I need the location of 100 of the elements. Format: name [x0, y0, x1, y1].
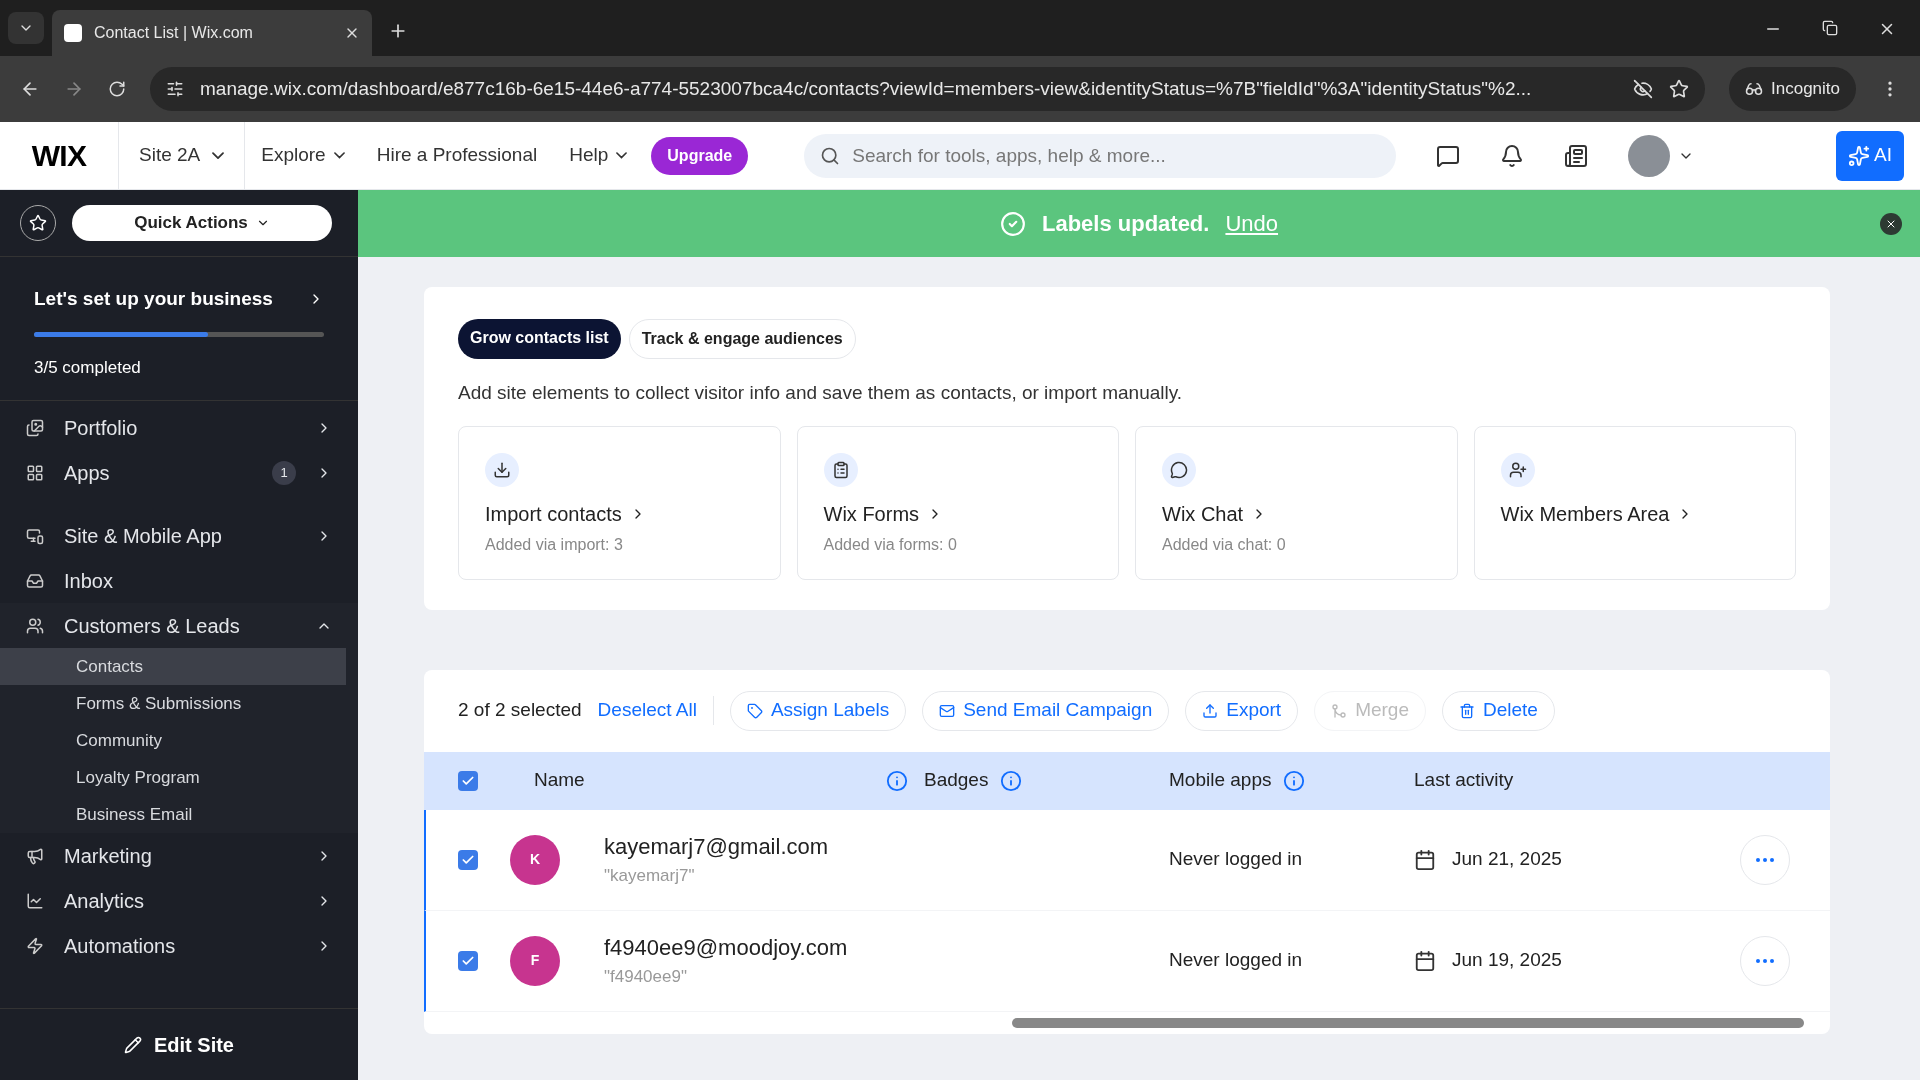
pencil-icon — [124, 1035, 142, 1054]
restore-icon[interactable] — [1822, 20, 1838, 36]
user-plus-icon — [1500, 452, 1535, 487]
nav-menu-item[interactable]: Explore — [245, 141, 361, 170]
pictures-icon — [26, 418, 44, 437]
card-title: Wix Chat — [1162, 501, 1244, 527]
source-card[interactable]: Import contacts Added via import: 3 — [458, 425, 781, 580]
download-icon — [485, 452, 519, 487]
source-card[interactable]: Wix Forms Added via forms: 0 — [796, 425, 1119, 580]
setup-link[interactable]: Let's set up your business — [34, 285, 324, 314]
more-icon — [1756, 857, 1774, 862]
nav-menu-item[interactable]: Help — [553, 141, 644, 170]
caret-icon — [212, 151, 225, 160]
url-text: manage.wix.com/dashboard/e877c16b-6e15-44e6-a774-5523007bca4c/contacts?viewId=members-view&identityStatus=%7B"fieldId"%3A"identityStatus"%2... — [200, 76, 1533, 101]
quick-actions-button[interactable]: Quick Actions — [72, 205, 332, 241]
sidebar-item[interactable]: Inbox — [0, 558, 358, 603]
site-favicon-icon — [64, 24, 82, 42]
sidebar-subitem[interactable]: Business Email — [0, 796, 346, 833]
ai-button[interactable]: AI — [1836, 130, 1904, 181]
checkbox[interactable] — [458, 950, 478, 971]
contact-email[interactable]: kayemarj7@gmail.com — [604, 830, 829, 864]
table-cell-text: Jun 19, 2025 — [1452, 948, 1562, 973]
card-title: Wix Members Area — [1500, 501, 1670, 527]
sidebar-item[interactable]: Apps 1 — [0, 450, 358, 495]
mail-icon — [939, 702, 956, 719]
setup-status: 3/5 completed — [34, 356, 142, 379]
sidebar-subitem[interactable]: Loyalty Program — [0, 759, 346, 796]
star-icon[interactable] — [1669, 79, 1689, 99]
toast-message: Labels updated. — [1041, 210, 1210, 238]
nav-menu-item[interactable]: Hire a Professional — [360, 141, 554, 170]
source-card[interactable]: Wix Chat Added via chat: 0 — [1135, 425, 1458, 580]
sidebar-item[interactable]: Site & Mobile App — [0, 513, 358, 558]
sidebar-item[interactable]: Analytics — [0, 878, 358, 923]
calendar-icon — [1414, 949, 1436, 972]
sidebar-subitem[interactable]: Forms & Submissions — [0, 685, 346, 722]
tab-title: Contact List | Wix.com — [94, 23, 254, 43]
source-card[interactable]: Wix Members Area — [1473, 425, 1796, 580]
description-text: Add site elements to collect visitor info and save them as contacts, or import manually. — [458, 381, 1184, 405]
checkbox[interactable] — [458, 770, 478, 791]
megaphone-icon — [26, 846, 44, 865]
search-field[interactable]: Search for tools, apps, help & more... — [804, 133, 1397, 178]
clipboard-icon — [823, 452, 858, 487]
table-cell-text: Never logged in — [1169, 847, 1304, 872]
news-icon[interactable] — [1564, 143, 1589, 168]
item-label: Customers & Leads — [64, 613, 241, 639]
incognito-badge[interactable]: Incognito — [1729, 67, 1856, 111]
checkbox[interactable] — [458, 849, 478, 870]
sidebar-item[interactable]: Customers & Leads — [0, 603, 358, 648]
edit-site-button[interactable]: Edit Site — [124, 1029, 234, 1060]
info-icon[interactable] — [1000, 769, 1023, 792]
site-settings-icon[interactable] — [166, 80, 184, 98]
info-icon[interactable] — [886, 769, 908, 792]
browser-tab[interactable]: Contact List | Wix.com — [52, 10, 372, 56]
eye-off-icon[interactable] — [1633, 79, 1653, 99]
star-icon — [29, 214, 47, 232]
bell-icon[interactable] — [1500, 143, 1525, 168]
filter-tab[interactable]: Grow contacts list — [458, 319, 621, 359]
site-selector[interactable]: Site 2A — [118, 122, 246, 189]
card-title: Import contacts — [485, 501, 622, 527]
close-button[interactable] — [1880, 212, 1902, 235]
check-circle-icon — [999, 210, 1026, 237]
info-icon[interactable] — [1283, 769, 1306, 792]
filter-tab[interactable]: Track & engage audiences — [628, 319, 856, 359]
caret-icon — [616, 152, 628, 159]
devices-icon — [26, 526, 44, 545]
upload-icon — [1202, 702, 1219, 719]
item-label: Site & Mobile App — [64, 523, 223, 549]
inbox-icon — [26, 571, 44, 590]
tab-list-button[interactable] — [8, 12, 44, 44]
people-icon — [26, 616, 44, 635]
chat-icon[interactable] — [1436, 143, 1461, 168]
sidebar-subitem[interactable]: Contacts — [0, 648, 346, 685]
reload-icon[interactable] — [108, 80, 126, 98]
horizontal-scrollbar[interactable] — [1012, 1017, 1804, 1028]
selection-count: 2 of 2 selected — [458, 698, 582, 723]
column-header[interactable]: Last activity — [1414, 766, 1514, 795]
sidebar-item[interactable]: Portfolio — [0, 405, 358, 450]
caret-icon — [333, 152, 345, 159]
deselect-all-link[interactable]: Deselect All — [597, 696, 714, 725]
lightning-icon — [26, 936, 44, 955]
sidebar-item[interactable]: Marketing — [0, 833, 358, 878]
sidebar-item[interactable]: Automations — [0, 923, 358, 968]
avatar[interactable] — [1628, 134, 1671, 177]
tag-icon — [746, 702, 763, 719]
merge-icon — [1331, 702, 1348, 719]
contact-email[interactable]: f4940ee9@moodjoy.com — [604, 931, 848, 965]
sidebar-subitem[interactable]: Community — [0, 722, 346, 759]
upgrade-button[interactable]: Upgrade — [651, 136, 749, 175]
column-header[interactable]: Mobile apps — [1169, 766, 1272, 795]
column-header[interactable]: Badges — [924, 766, 989, 795]
wix-logo[interactable]: WIX — [0, 133, 118, 178]
item-label: Apps — [64, 460, 111, 486]
card-title: Wix Forms — [823, 501, 920, 527]
column-header[interactable]: Name — [534, 766, 585, 795]
grid-icon — [26, 463, 44, 482]
glasses-icon — [1745, 80, 1763, 98]
chart-icon — [26, 891, 44, 910]
card-subtitle: Added via chat: 0 — [1162, 534, 1287, 555]
address-field[interactable]: manage.wix.com/dashboard/e877c16b-6e15-44e6-a774-5523007bca4c/contacts?viewId=members-view&identityStatus=%7B"fieldId"%3A"identityStatus"%2... — [150, 67, 1705, 111]
avatar-initial: F — [510, 935, 560, 986]
